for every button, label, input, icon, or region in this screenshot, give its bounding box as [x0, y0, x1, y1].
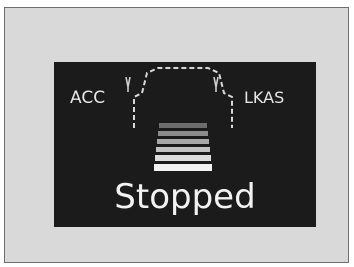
lead-vehicle-outline-icon — [125, 67, 233, 128]
status-label: Stopped — [114, 177, 256, 217]
instrument-display: ACC LKAS Stopped — [54, 62, 316, 227]
lane-bars-icon — [154, 123, 212, 171]
figure-frame: ACC LKAS Stopped — [4, 7, 349, 263]
